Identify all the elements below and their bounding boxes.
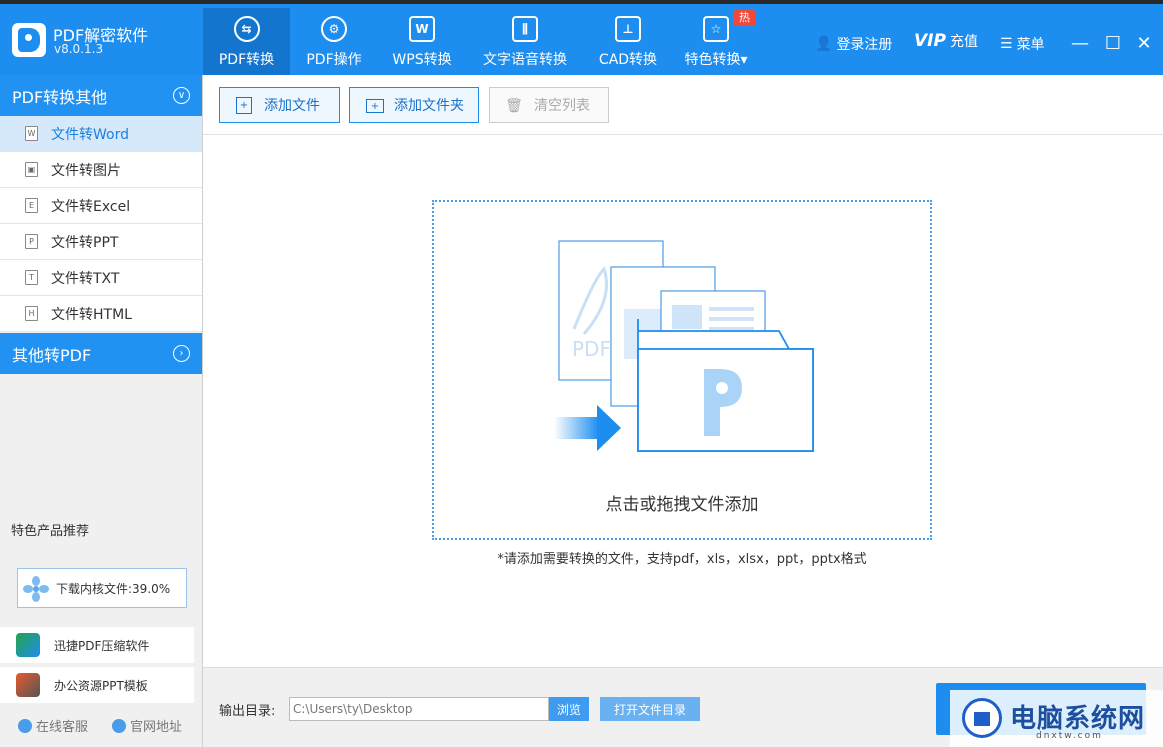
group-label: PDF转换其他 (12, 87, 108, 107)
image-file-icon: ▣ (25, 162, 38, 177)
group-label: 其他转PDF (12, 345, 92, 365)
output-dir-label: 输出目录: (219, 704, 276, 719)
pdf-watermark-text: PDF (572, 337, 611, 361)
sidebar-item-label: 文件转图片 (51, 162, 121, 179)
vip-logo: VIP (914, 31, 946, 51)
watermark-logo-icon (962, 698, 1002, 738)
recommend-title: 特色产品推荐 (11, 524, 90, 539)
watermark-subtext: dnxtw.com (1036, 731, 1103, 741)
trash-icon: 🗑 (505, 97, 523, 114)
watermark-text: 电脑系统网 (1010, 704, 1146, 734)
vip-button[interactable]: VIP 充值 (914, 31, 978, 51)
drop-hint-text: 点击或拖拽文件添加 (605, 495, 759, 515)
clear-list-label: 清空列表 (534, 98, 590, 114)
app-version: v8.0.1.3 (54, 42, 104, 56)
cad-icon: ⊥ (615, 16, 641, 42)
tab-pdf-operate[interactable]: ⚙ PDF操作 (296, 8, 372, 75)
tab-label: 特色转换▾ (684, 52, 748, 68)
tab-label: CAD转换 (598, 52, 658, 68)
add-files-illustration-icon: PDF (554, 240, 814, 452)
login-button[interactable]: 👤 登录注册 (815, 34, 892, 54)
sidebar-item-label: 文件转PPT (51, 234, 119, 251)
main-area: PDF 点击或拖拽文件添加 *请添加需要转换的文件，支持pdf，xls，xlsx… (203, 135, 1163, 667)
ppt-template-icon (16, 673, 40, 697)
tab-label: 文字语音转换 (483, 52, 567, 68)
website-label: 官网地址 (130, 720, 183, 735)
clear-list-button[interactable]: 🗑 清空列表 (489, 87, 609, 123)
group-pdf-to-other[interactable]: PDF转换其他 ∨ (0, 75, 202, 116)
app-header: PDF解密软件 v8.0.1.3 ⇆ PDF转换 ⚙ PDF操作 W WPS转换… (0, 4, 1163, 75)
app-logo-icon (12, 23, 46, 57)
open-folder-button[interactable]: 打开文件目录 (600, 697, 700, 721)
sidebar-item-label: 文件转TXT (51, 270, 120, 287)
tab-label: PDF操作 (306, 52, 362, 68)
zip-icon (16, 633, 40, 657)
tab-pdf-convert[interactable]: ⇆ PDF转换 (203, 8, 290, 75)
dropdown-arrow-icon: ▾ (740, 52, 748, 68)
html-file-icon: H (25, 306, 38, 321)
close-button[interactable]: ✕ (1133, 32, 1155, 54)
login-label: 登录注册 (836, 37, 893, 53)
online-service-link[interactable]: 在线客服 (18, 716, 88, 735)
chevron-down-icon: ∨ (173, 87, 190, 104)
add-folder-label: 添加文件夹 (394, 98, 464, 114)
sidebar-item-word[interactable]: W 文件转Word (0, 116, 202, 152)
browse-button[interactable]: 浏览 (549, 697, 589, 721)
recommend-label: 办公资源PPT模板 (54, 678, 148, 693)
add-file-button[interactable]: + 添加文件 (219, 87, 340, 123)
menu-icon: ☰ (1000, 36, 1013, 52)
site-watermark: 电脑系统网 dnxtw.com (950, 690, 1163, 747)
group-other-to-pdf[interactable]: 其他转PDF › (0, 333, 202, 374)
sidebar-item-txt[interactable]: T 文件转TXT (0, 260, 202, 296)
supported-formats-text: *请添加需要转换的文件，支持pdf，xls，xlsx，ppt，pptx格式 (497, 552, 867, 567)
tab-label: PDF转换 (218, 52, 275, 68)
audio-icon: ⫼ (512, 16, 538, 42)
sidebar-item-html[interactable]: H 文件转HTML (0, 296, 202, 332)
menu-label: 菜单 (1016, 37, 1045, 53)
sidebar-item-label: 文件转Excel (51, 198, 131, 215)
txt-file-icon: T (25, 270, 38, 285)
website-link[interactable]: 官网地址 (112, 716, 182, 735)
settings-icon: ⚙ (321, 16, 347, 42)
add-folder-icon: + (366, 99, 384, 113)
tab-wps-convert[interactable]: W WPS转换 (383, 8, 461, 75)
download-status-text: 下载内核文件:39.0% (56, 581, 171, 596)
tab-text-speech[interactable]: ⫼ 文字语音转换 (478, 8, 572, 75)
minimize-button[interactable]: — (1069, 32, 1091, 54)
recommend-pdf-compress[interactable]: 迅捷PDF压缩软件 (0, 627, 194, 663)
ie-icon (112, 718, 126, 733)
menu-button[interactable]: ☰ 菜单 (1000, 34, 1045, 54)
maximize-button[interactable]: ☐ (1102, 32, 1124, 54)
recommend-label: 迅捷PDF压缩软件 (54, 638, 150, 653)
word-file-icon: W (25, 126, 38, 141)
sidebar: PDF转换其他 ∨ W 文件转Word ▣ 文件转图片 E 文件转Excel P… (0, 75, 203, 747)
tab-label: WPS转换 (392, 52, 452, 68)
headset-icon (18, 718, 32, 733)
sidebar-item-label: 文件转HTML (51, 306, 132, 323)
add-file-icon: + (236, 97, 252, 114)
add-folder-button[interactable]: + 添加文件夹 (349, 87, 479, 123)
user-icon: 👤 (815, 36, 833, 52)
vip-label: 充值 (949, 34, 978, 50)
online-service-label: 在线客服 (36, 720, 89, 735)
hot-badge: 热 (733, 10, 756, 26)
sidebar-item-ppt[interactable]: P 文件转PPT (0, 224, 202, 260)
wps-icon: W (409, 16, 435, 42)
download-status: 下载内核文件:39.0% (17, 568, 187, 608)
toolbar: + 添加文件 + 添加文件夹 🗑 清空列表 (203, 75, 1163, 135)
convert-icon: ⇆ (233, 16, 260, 42)
sidebar-item-image[interactable]: ▣ 文件转图片 (0, 152, 202, 188)
sidebar-item-excel[interactable]: E 文件转Excel (0, 188, 202, 224)
star-icon: ☆ (703, 16, 729, 42)
fan-icon (23, 576, 49, 602)
excel-file-icon: E (25, 198, 38, 213)
output-dir-input[interactable] (289, 697, 549, 721)
add-file-label: 添加文件 (264, 98, 320, 114)
tab-cad-convert[interactable]: ⊥ CAD转换 (590, 8, 666, 75)
sidebar-item-label: 文件转Word (51, 126, 129, 143)
file-drop-zone[interactable]: PDF 点击或拖拽文件添加 (432, 200, 932, 540)
chevron-right-icon: › (173, 345, 190, 362)
ppt-file-icon: P (25, 234, 38, 249)
recommend-ppt-template[interactable]: 办公资源PPT模板 (0, 667, 194, 703)
